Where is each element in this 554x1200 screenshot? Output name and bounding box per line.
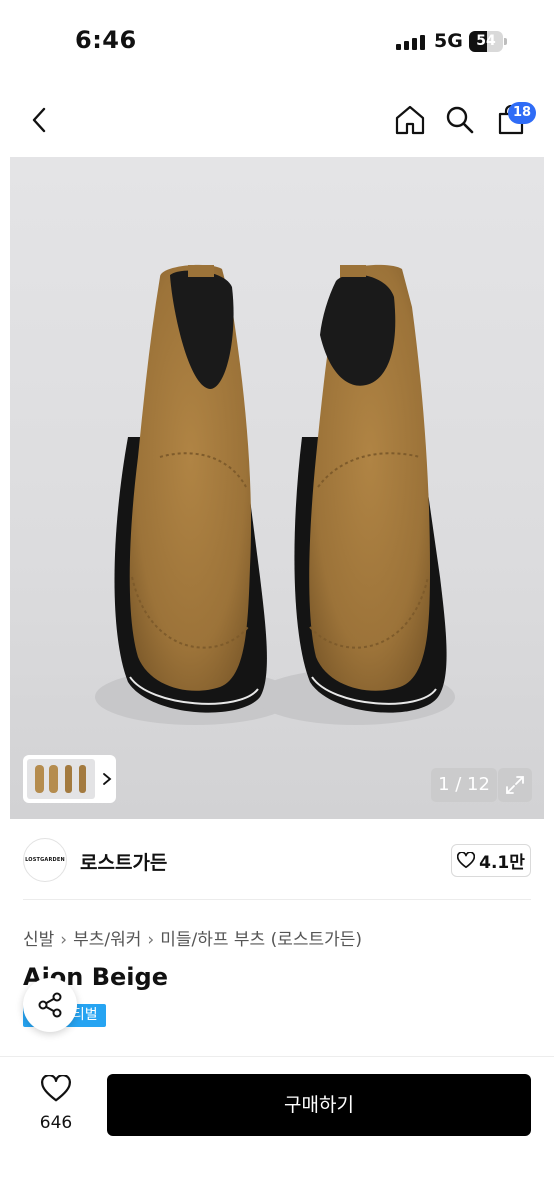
share-icon bbox=[38, 992, 62, 1018]
brand-like-count: 4.1만 bbox=[479, 853, 525, 873]
brand-row: LOSTGARDEN 로스트가든 4.1만 bbox=[0, 830, 554, 898]
thumbnail-strip[interactable] bbox=[23, 755, 116, 803]
brand-logo[interactable]: LOSTGARDEN bbox=[23, 838, 67, 882]
brand-like-button[interactable]: 4.1만 bbox=[451, 844, 531, 877]
chevron-right-icon: › bbox=[60, 930, 68, 950]
chevron-right-icon: › bbox=[147, 930, 155, 950]
status-time: 6:46 bbox=[75, 26, 137, 54]
breadcrumb-item[interactable]: 미들/하프 부츠 (로스트가든) bbox=[160, 930, 362, 950]
search-button[interactable] bbox=[440, 100, 480, 140]
home-button[interactable] bbox=[390, 100, 430, 140]
battery-icon: 54 bbox=[469, 31, 507, 52]
status-bar: 6:46 5G 54 bbox=[0, 0, 554, 78]
wishlist-count: 646 bbox=[39, 1113, 73, 1133]
wishlist-button[interactable]: 646 bbox=[28, 1074, 84, 1135]
home-icon bbox=[395, 105, 425, 135]
thumbnail-image bbox=[27, 759, 95, 799]
cart-count-badge: 18 bbox=[508, 102, 536, 124]
top-nav bbox=[0, 90, 554, 152]
heart-icon bbox=[457, 852, 476, 869]
divider bbox=[23, 899, 531, 900]
image-counter: 1 / 12 bbox=[431, 768, 497, 802]
network-type: 5G bbox=[434, 30, 463, 52]
brand-name[interactable]: 로스트가든 bbox=[80, 848, 167, 875]
expand-button[interactable] bbox=[498, 768, 532, 802]
breadcrumb-item[interactable]: 부츠/워커 bbox=[73, 930, 141, 950]
product-image[interactable] bbox=[10, 157, 544, 819]
breadcrumb-item[interactable]: 신발 bbox=[23, 930, 54, 950]
chevron-right-icon bbox=[103, 773, 112, 785]
breadcrumb: 신발 › 부츠/워커 › 미들/하프 부츠 (로스트가든) bbox=[23, 925, 362, 950]
back-button[interactable] bbox=[20, 100, 60, 140]
boots-photo bbox=[95, 264, 455, 725]
back-icon bbox=[32, 107, 46, 133]
buy-button[interactable]: 구매하기 bbox=[107, 1074, 531, 1136]
bottom-action-bar: 646 구매하기 bbox=[0, 1056, 554, 1200]
heart-icon bbox=[41, 1074, 71, 1102]
search-icon bbox=[446, 106, 474, 134]
signal-icon bbox=[396, 34, 426, 50]
share-button[interactable] bbox=[23, 978, 77, 1032]
expand-icon bbox=[506, 776, 524, 794]
battery-level: 54 bbox=[476, 33, 496, 49]
